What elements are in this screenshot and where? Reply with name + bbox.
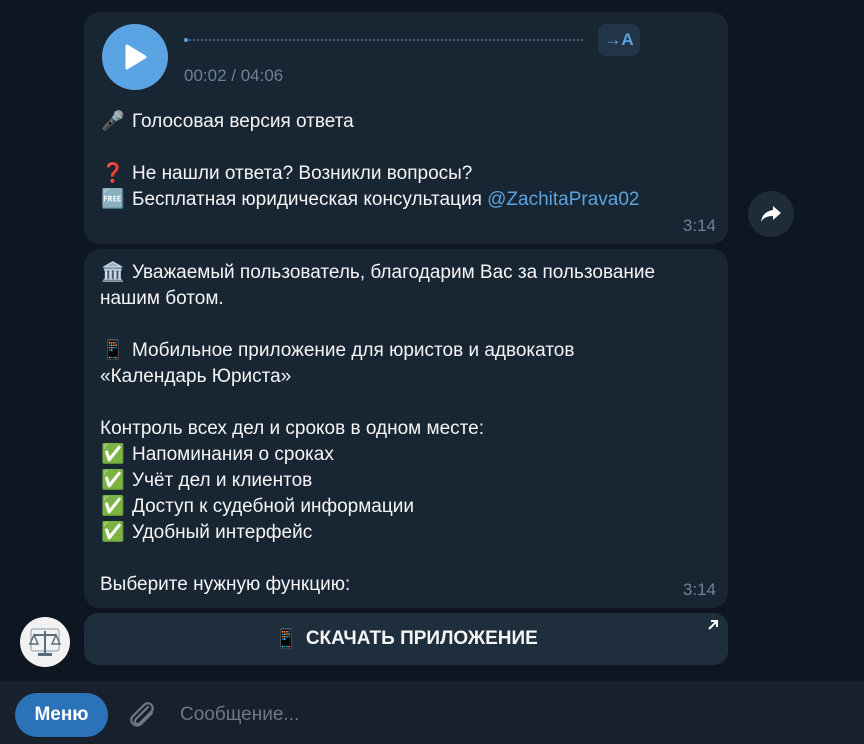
free-badge-icon: 🆓 <box>101 189 125 210</box>
feature-item: ✅ Удобный интерфейс <box>100 520 312 546</box>
feature-text: Удобный интерфейс <box>132 522 313 543</box>
app-name: «Календарь Юриста» <box>100 366 292 387</box>
download-app-button[interactable]: 📱 СКАЧАТЬ ПРИЛОЖЕНИЕ <box>84 613 728 665</box>
message-composer: Меню <box>0 681 864 744</box>
app-line: 📱 Мобильное приложение для юристов и адво… <box>100 338 574 364</box>
microphone-icon: 🎤 <box>101 111 125 132</box>
bot-avatar[interactable] <box>20 617 70 667</box>
share-arrow-icon <box>761 206 781 222</box>
waveform-progress <box>184 38 188 42</box>
voice-waveform[interactable] <box>184 38 584 42</box>
menu-button[interactable]: Меню <box>15 693 108 737</box>
feature-text: Учёт дел и клиентов <box>132 470 313 491</box>
scales-of-justice-icon <box>28 628 62 656</box>
intro-line: 🏛️ Уважаемый пользователь, благодарим Вас… <box>100 260 655 286</box>
voice-caption-line: 🎤 Голосовая версия ответа <box>100 109 354 135</box>
message-time: 3:14 <box>682 580 716 599</box>
mobile-phone-icon: 📱 <box>274 629 298 650</box>
voice-duration: 00:02 / 04:06 <box>184 66 284 85</box>
feature-item: ✅ Учёт дел и клиентов <box>100 468 312 494</box>
choose-prompt: Выберите нужную функцию: <box>100 574 351 595</box>
voice-caption-text: Голосовая версия ответа <box>132 111 354 132</box>
app-text: Мобильное приложение для юристов и адвок… <box>132 340 575 361</box>
question-text: Не нашли ответа? Возникли вопросы? <box>132 163 473 184</box>
feature-text: Доступ к судебной информации <box>132 496 414 517</box>
message-time: 3:14 <box>682 216 716 235</box>
play-button[interactable] <box>102 24 168 90</box>
play-icon <box>125 44 147 70</box>
intro-line-2: нашим ботом. <box>100 288 224 309</box>
check-mark-icon: ✅ <box>101 522 125 543</box>
transcribe-button[interactable]: →A <box>598 24 640 56</box>
question-line: ❓ Не нашли ответа? Возникли вопросы? <box>100 161 472 187</box>
intro-text: Уважаемый пользователь, благодарим Вас з… <box>132 262 656 283</box>
paperclip-icon <box>130 702 154 727</box>
feature-text: Напоминания о сроках <box>132 444 334 465</box>
arrow-up-right-icon <box>708 620 718 630</box>
consultation-line: 🆓 Бесплатная юридическая консультация @Za… <box>100 187 639 213</box>
mobile-phone-icon: 📱 <box>101 340 125 361</box>
check-mark-icon: ✅ <box>101 496 125 517</box>
question-mark-icon: ❓ <box>101 163 125 184</box>
control-heading: Контроль всех дел и сроков в одном месте… <box>100 418 484 439</box>
chat-area: 00:02 / 04:06 →A 🎤 Голосовая версия ответ… <box>0 0 864 681</box>
forward-button[interactable] <box>748 191 794 237</box>
attach-button[interactable] <box>124 697 160 733</box>
feature-item: ✅ Напоминания о сроках <box>100 442 334 468</box>
username-link[interactable]: @ZachitaPrava02 <box>487 189 639 210</box>
check-mark-icon: ✅ <box>101 470 125 491</box>
message-input[interactable] <box>180 695 840 735</box>
bot-message-bubble: 🏛️ Уважаемый пользователь, благодарим Вас… <box>84 249 728 608</box>
consultation-text: Бесплатная юридическая консультация <box>132 189 488 210</box>
voice-message-bubble: 00:02 / 04:06 →A 🎤 Голосовая версия ответ… <box>84 12 728 244</box>
classical-building-icon: 🏛️ <box>101 262 125 283</box>
check-mark-icon: ✅ <box>101 444 125 465</box>
download-app-label: СКАЧАТЬ ПРИЛОЖЕНИЕ <box>305 628 538 649</box>
feature-item: ✅ Доступ к судебной информации <box>100 494 414 520</box>
